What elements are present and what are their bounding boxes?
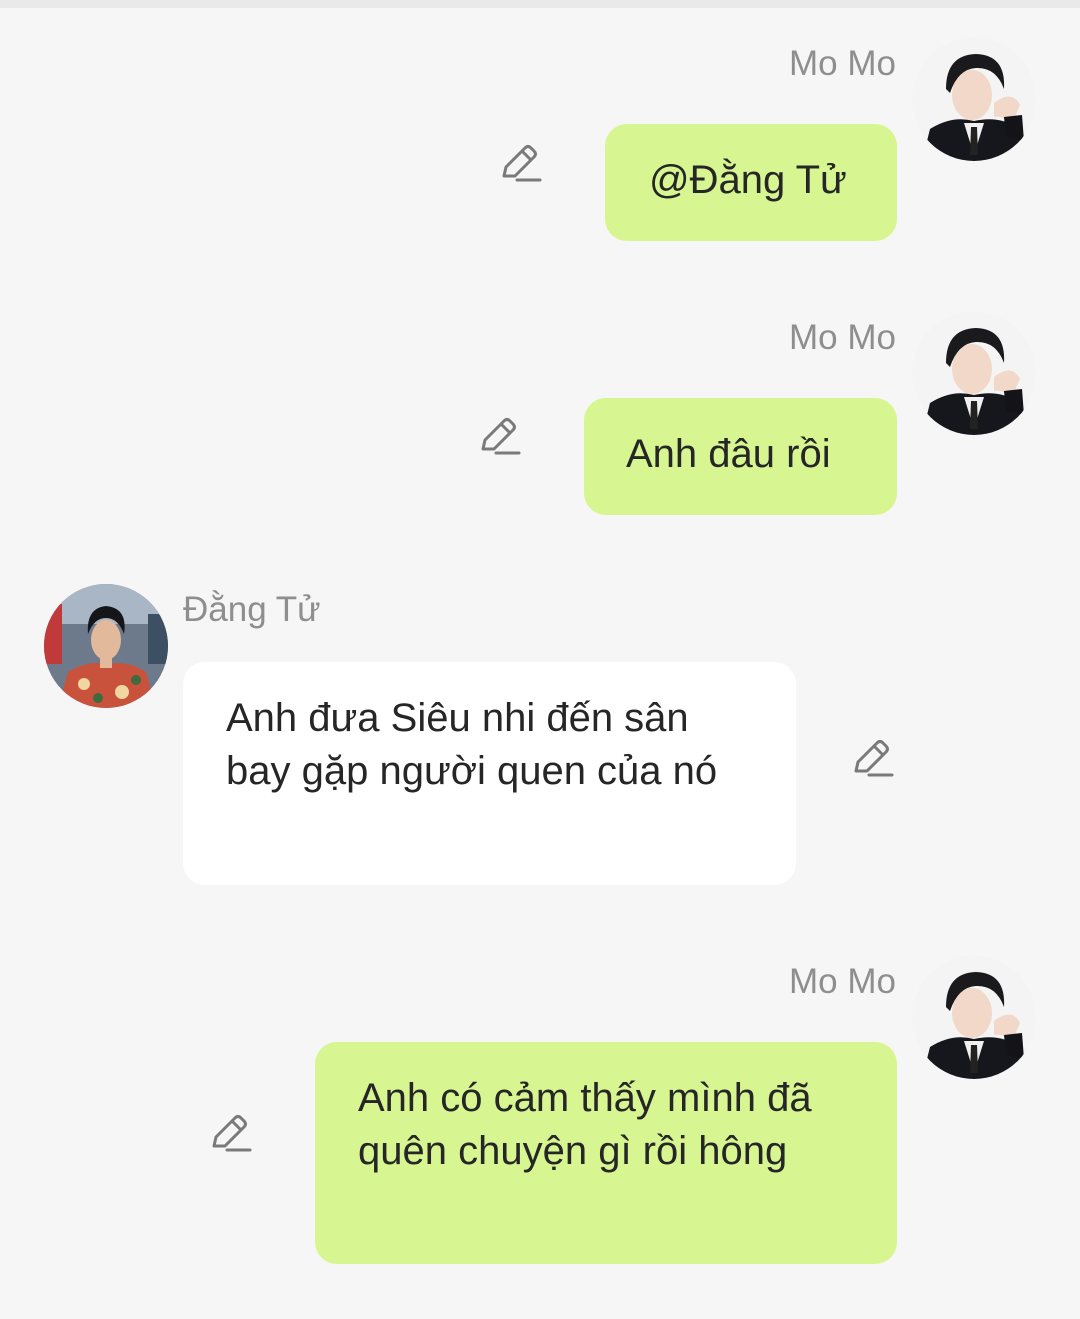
message-bubble[interactable]: Anh đâu rồi: [584, 398, 897, 515]
sender-name: Mo Mo: [789, 962, 896, 1001]
sender-name: Mo Mo: [789, 44, 896, 83]
top-edge-bar: [0, 0, 1080, 8]
message-bubble[interactable]: Anh có cảm thấy mình đã quên chuyện gì r…: [315, 1042, 897, 1264]
avatar-mo-mo[interactable]: [912, 37, 1036, 161]
avatar-mo-mo[interactable]: [912, 955, 1036, 1079]
message-bubble[interactable]: Anh đưa Siêu nhi đến sân bay gặp người q…: [183, 662, 796, 885]
pencil-edit-icon[interactable]: [477, 416, 521, 460]
sender-name: Mo Mo: [789, 318, 896, 357]
message-bubble[interactable]: @Đằng Tử: [605, 124, 897, 241]
pencil-edit-icon[interactable]: [498, 143, 542, 187]
avatar-mo-mo[interactable]: [912, 311, 1036, 435]
sender-name: Đằng Tử: [183, 590, 321, 629]
pencil-edit-icon[interactable]: [208, 1113, 252, 1157]
pencil-edit-icon[interactable]: [850, 738, 894, 782]
avatar-dang-tu[interactable]: [44, 584, 168, 708]
